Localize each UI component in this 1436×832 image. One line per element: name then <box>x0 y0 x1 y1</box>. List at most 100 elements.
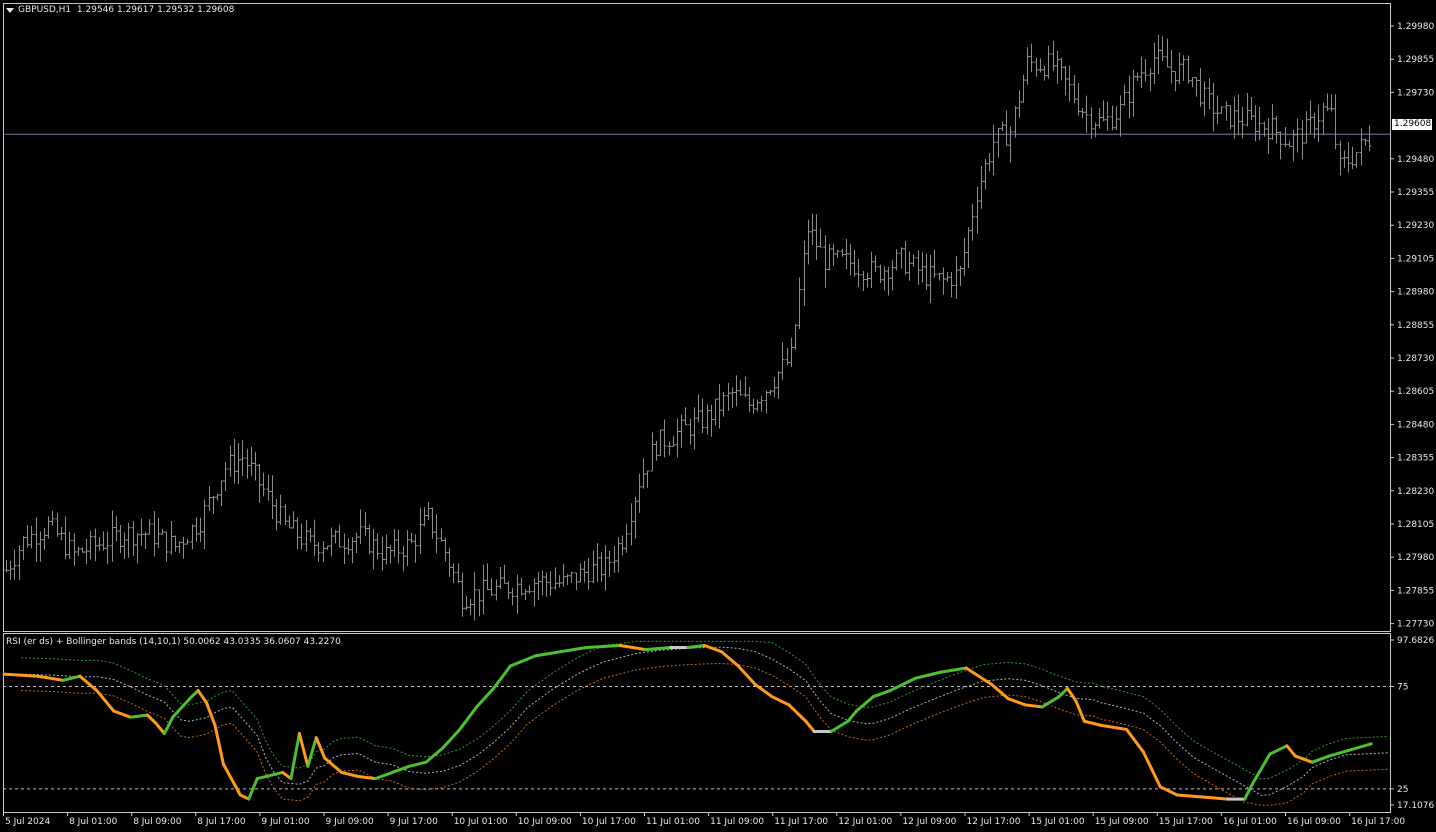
chart-frame <box>3 3 1391 813</box>
rsi-segment <box>686 643 707 650</box>
rsi-segment <box>1141 750 1162 789</box>
rsi-segment <box>289 732 301 781</box>
time-axis: 5 Jul 2024 8 Jul 01:00 8 Jul 09:00 8 Jul 17… <box>3 812 1405 827</box>
indicator-title: RSI (er ds) + Bollinger bands (14,10,1) … <box>6 637 341 647</box>
price-tick-label: 1.28980 <box>1397 288 1434 298</box>
rsi-segment <box>736 664 757 686</box>
rsi-segment <box>804 719 816 734</box>
rsi-segment <box>171 697 192 719</box>
rsi-segment <box>854 695 875 713</box>
time-tick-label: 10 Jul 09:00 <box>518 817 572 827</box>
time-tick-label: 11 Jul 17:00 <box>774 817 828 827</box>
current-price-tag: 1.29608 <box>1392 119 1432 130</box>
rsi-segment <box>162 715 175 736</box>
rsi-segment <box>129 713 149 719</box>
rsi-segment <box>314 736 327 760</box>
rsi-segment <box>1099 723 1129 731</box>
rsi-segment <box>1006 697 1027 707</box>
rsi-segment <box>1175 793 1204 799</box>
rsi-segment <box>584 643 622 650</box>
price-tick-label: 1.28605 <box>1397 387 1434 397</box>
time-tick-label: 8 Jul 17:00 <box>197 817 246 827</box>
indicator-tick-label: 25 <box>1397 785 1408 795</box>
ohlc-values: 1.29546 1.29617 1.29532 1.29608 <box>76 5 235 15</box>
indicator-pane-frame <box>3 633 1391 813</box>
band-lower <box>20 662 1389 806</box>
price-tick-label: 1.27980 <box>1397 553 1434 563</box>
rsi-segment <box>145 713 158 725</box>
symbol-menu-icon[interactable] <box>6 8 14 13</box>
rsi-segment <box>829 719 850 734</box>
time-tick-label: 12 Jul 01:00 <box>838 817 892 827</box>
time-tick-label: 8 Jul 09:00 <box>133 817 182 827</box>
rsi-segment <box>1285 744 1297 758</box>
time-tick-label: 9 Jul 17:00 <box>390 817 439 827</box>
rsi-segment <box>407 760 428 768</box>
rsi-segment <box>770 695 791 707</box>
rsi-segment <box>559 646 588 654</box>
price-tick-label: 1.27855 <box>1397 586 1434 596</box>
price-tick-label: 1.27730 <box>1397 620 1434 630</box>
rsi-segment <box>795 711 808 723</box>
time-tick-label: 15 Jul 09:00 <box>1095 817 1149 827</box>
indicator-axis: 97.6826 75 25 17.1076 <box>3 636 1434 811</box>
time-tick-label: 10 Jul 17:00 <box>582 817 636 827</box>
time-tick-label: 15 Jul 17:00 <box>1159 817 1213 827</box>
symbol-label: GBPUSD,H1 <box>18 5 72 15</box>
rsi-segment <box>112 709 133 719</box>
rsi-segment <box>846 709 858 723</box>
rsi-segment <box>213 723 225 766</box>
rsi-segment <box>1293 754 1314 764</box>
rsi-line <box>2 643 1373 801</box>
rsi-segment <box>534 650 563 658</box>
rsi-segment <box>458 705 479 731</box>
price-tick-label: 1.29230 <box>1397 221 1434 231</box>
rsi-segment <box>297 732 310 768</box>
rsi-segment <box>1158 785 1179 797</box>
rsi-segment <box>1074 699 1086 723</box>
rsi-segment <box>1268 744 1289 756</box>
rsi-segment <box>188 689 200 701</box>
rsi-segment <box>871 689 892 699</box>
bollinger-bands <box>20 640 1389 806</box>
price-tick-label: 1.28355 <box>1397 454 1434 464</box>
band-upper <box>20 640 1389 780</box>
price-tick-label: 1.29855 <box>1397 55 1434 65</box>
rsi-segment <box>492 664 512 690</box>
time-tick-label: 15 Jul 01:00 <box>1031 817 1085 827</box>
price-tick-label: 1.28730 <box>1397 354 1434 364</box>
rsi-segment <box>1243 781 1255 801</box>
rsi-segment <box>340 770 360 779</box>
rsi-segment <box>373 770 394 781</box>
rsi-segment <box>914 670 943 680</box>
price-tick-label: 1.29480 <box>1397 155 1434 165</box>
rsi-segment <box>787 703 799 715</box>
time-tick-label: 9 Jul 09:00 <box>326 817 375 827</box>
time-tick-label: 12 Jul 09:00 <box>902 817 956 827</box>
chart-title: GBPUSD,H1 1.29546 1.29617 1.29532 1.2960… <box>18 5 234 15</box>
indicator-tick-label: 75 <box>1397 682 1408 692</box>
rsi-segment <box>95 689 116 713</box>
rsi-segment <box>475 686 496 709</box>
rsi-segment <box>441 727 462 750</box>
price-bars <box>4 34 1372 621</box>
rsi-segment <box>36 674 65 682</box>
time-tick-label: 11 Jul 09:00 <box>710 817 764 827</box>
time-tick-label: 11 Jul 01:00 <box>646 817 700 827</box>
rsi-segment <box>703 643 723 654</box>
price-tick-label: 1.28855 <box>1397 321 1434 331</box>
price-tick-label: 1.28230 <box>1397 487 1434 497</box>
price-tick-label: 1.28105 <box>1397 520 1434 530</box>
time-tick-label: 16 Jul 09:00 <box>1287 817 1341 827</box>
time-tick-label: 16 Jul 17:00 <box>1351 817 1405 827</box>
rsi-segment <box>61 674 82 682</box>
chart-canvas[interactable]: 1.29980 1.29855 1.29730 1.29480 1.29355 1.292… <box>0 0 1436 832</box>
rsi-segment <box>888 676 918 693</box>
rsi-segment <box>390 764 411 774</box>
indicator-tick-label: 17.1076 <box>1397 801 1434 811</box>
rsi-segment <box>1310 754 1331 764</box>
price-pane-frame <box>3 3 1391 632</box>
rsi-segment <box>643 646 673 652</box>
band-middle <box>20 646 1389 796</box>
rsi-segment <box>618 643 647 652</box>
